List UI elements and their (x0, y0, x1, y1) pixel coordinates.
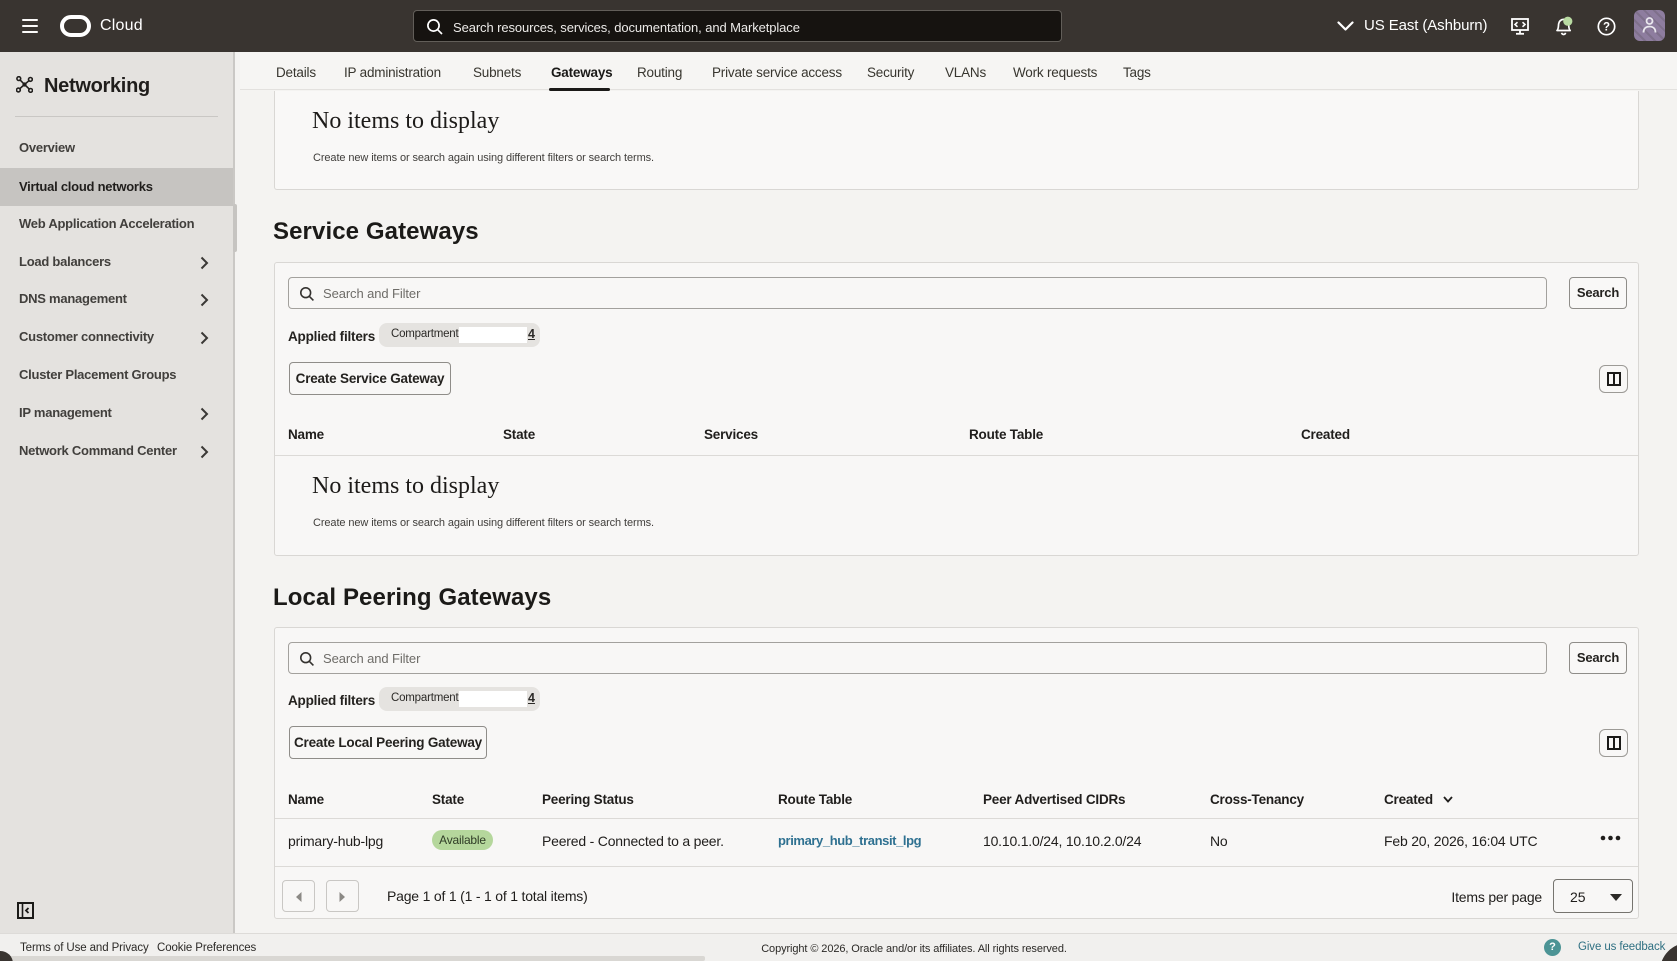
svg-text:?: ? (1603, 22, 1610, 34)
